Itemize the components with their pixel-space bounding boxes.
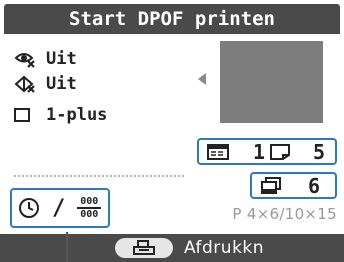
paper-size-info: P 4×6/10×15 (232, 205, 337, 223)
red-eye-correction-icon (14, 48, 40, 70)
previous-image-arrow-icon[interactable] (198, 73, 206, 85)
page-title: Start DPOF printen (4, 4, 340, 34)
one-plus-setting[interactable]: 1-plus (14, 104, 107, 126)
red-eye-setting[interactable]: Uit (14, 48, 77, 70)
dpof-print-screen: Start DPOF printen Uit Uit 1-plus 1 5 6 … (0, 0, 344, 262)
clock-icon (18, 197, 40, 219)
image-preview (220, 41, 323, 123)
image-correction-value: Uit (46, 74, 77, 94)
print-label: Afdrukkn (184, 238, 265, 258)
copies-icon (260, 176, 282, 195)
print-button[interactable] (115, 238, 173, 258)
file-number-digits-top: 000 (80, 196, 99, 207)
copies-count: 6 (308, 173, 321, 198)
image-correction-setting[interactable]: Uit (14, 73, 77, 95)
file-number-icon: 000 000 (77, 196, 102, 220)
image-correction-icon (14, 73, 40, 95)
file-number-digits-bottom: 000 (80, 209, 99, 220)
divider (14, 175, 184, 177)
copies-panel[interactable]: 6 (250, 172, 337, 199)
sheet-count: 5 (313, 139, 326, 164)
one-plus-value: 1-plus (46, 105, 108, 125)
image-count: 1 (253, 139, 266, 164)
print-icon (132, 240, 156, 256)
red-eye-value: Uit (46, 49, 77, 69)
date-file-number-toggle[interactable]: / 000 000 (10, 188, 110, 228)
print-count-panel: 1 5 (197, 138, 337, 165)
date-file-separator: / (52, 195, 66, 221)
callout-line (66, 232, 68, 262)
images-icon (207, 143, 231, 161)
sheet-icon (269, 143, 291, 161)
checkbox-icon (14, 104, 40, 126)
